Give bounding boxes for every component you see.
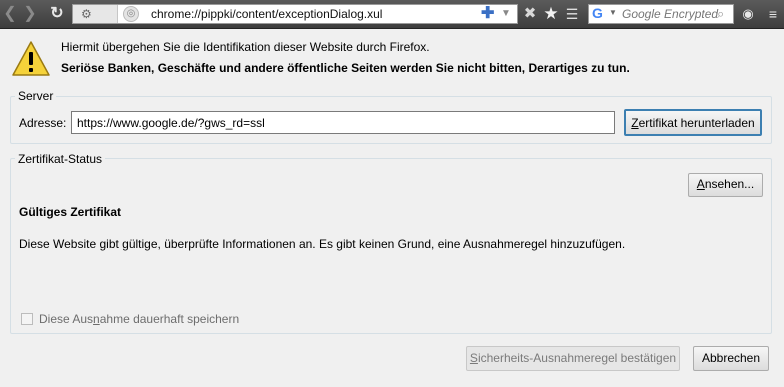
url-history-dropdown-icon[interactable]: ▼: [501, 5, 511, 23]
warning-triangle-icon: [12, 41, 50, 76]
server-caption: Server: [15, 89, 57, 103]
permanent-label-accesskey: n: [93, 312, 100, 326]
add-bookmark-plus-icon[interactable]: ✚: [481, 5, 494, 23]
download-button-label: ertifikat herunterladen: [638, 116, 755, 130]
search-input[interactable]: Google Encrypted: [622, 7, 718, 21]
menu-icon[interactable]: ≡: [764, 4, 782, 24]
identity-block[interactable]: ⚙: [73, 5, 118, 23]
confirm-exception-button[interactable]: Sicherheits-Ausnahmeregel bestätigen: [466, 346, 680, 371]
address-label: Adresse:: [19, 116, 67, 130]
status-description: Diese Website gibt gültige, überprüfte I…: [19, 237, 626, 251]
permanent-exception-label: Diese Ausnahme dauerhaft speichern: [39, 312, 240, 326]
cancel-button[interactable]: Abbrechen: [693, 346, 769, 371]
permanent-exception-checkbox[interactable]: [21, 313, 33, 325]
google-search-engine-icon[interactable]: G: [592, 6, 607, 21]
browser-toolbar: ❮ ❯ ↻ ⚙ ◎ chrome://pippki/content/except…: [0, 0, 784, 29]
view-button-label: nsehen...: [704, 177, 755, 191]
view-button-accesskey: A: [696, 177, 705, 191]
address-input[interactable]: https://www.google.de/?gws_rd=ssl: [71, 111, 615, 134]
url-bar[interactable]: ⚙ ◎ chrome://pippki/content/exceptionDia…: [72, 4, 518, 24]
page-favicon-icon: ◎: [123, 6, 139, 22]
url-text[interactable]: chrome://pippki/content/exceptionDialog.…: [151, 7, 382, 21]
status-title: Gültiges Zertifikat: [19, 205, 122, 219]
back-arrow-icon[interactable]: ❮: [2, 4, 18, 24]
bookmark-star-icon[interactable]: ★: [542, 4, 560, 24]
site-identity-icon: ⚙: [81, 7, 92, 21]
bookmarks-list-icon[interactable]: ☰: [563, 4, 581, 24]
download-certificate-button[interactable]: Zertifikat herunterladen: [624, 109, 762, 136]
search-bar[interactable]: G ▼ Google Encrypted ⌕: [588, 4, 734, 24]
reload-icon[interactable]: ↻: [48, 4, 66, 24]
search-icon[interactable]: ⌕: [717, 6, 724, 22]
screenshot-camera-icon[interactable]: ◉: [739, 4, 757, 24]
forward-arrow-icon[interactable]: ❯: [22, 4, 38, 24]
intro-text: Hiermit übergehen Sie die Identifikation…: [61, 40, 430, 54]
download-button-accesskey: Z: [631, 116, 639, 130]
certificate-status-caption: Zertifikat-Status: [15, 152, 106, 166]
view-certificate-button[interactable]: Ansehen...: [688, 173, 763, 197]
close-stop-icon[interactable]: ✖: [522, 4, 538, 24]
confirm-button-label: icherheits-Ausnahmeregel bestätigen: [477, 351, 677, 365]
warning-text: Seriöse Banken, Geschäfte und andere öff…: [61, 61, 630, 75]
search-engine-dropdown-icon[interactable]: ▼: [609, 8, 617, 17]
confirm-button-accesskey: S: [469, 351, 478, 365]
